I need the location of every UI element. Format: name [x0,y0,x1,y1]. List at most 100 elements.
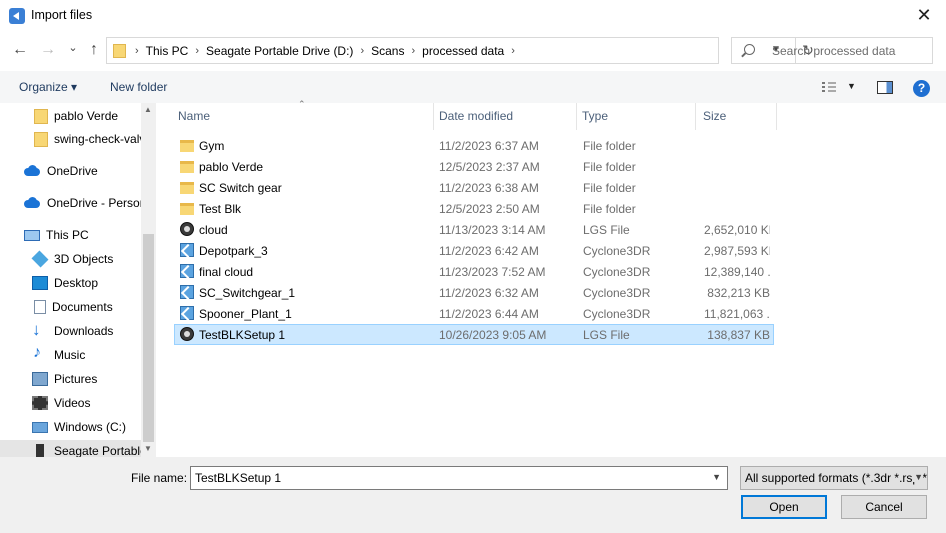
computer-icon [24,229,40,241]
file-name: Test Blk [199,202,242,216]
column-divider[interactable] [695,103,696,130]
new-folder-button[interactable]: New folder [110,80,167,94]
downloads-icon [32,320,48,340]
navigation-bar: ← → ⌄ ↑ › This PC › Seagate Portable Dri… [0,31,946,71]
file-name: pablo Verde [199,160,264,174]
sidebar-item-music[interactable]: Music [0,344,142,366]
file-type: File folder [583,181,636,195]
help-icon[interactable]: ? [913,80,930,97]
folder-icon [180,182,194,194]
file-size: 12,389,140 ... [704,265,770,279]
file-row-final-cloud[interactable]: final cloud 11/23/2023 7:52 AM Cyclone3D… [174,261,774,282]
external-drive-icon [36,444,44,457]
file-name: SC Switch gear [199,181,282,195]
recent-locations-icon[interactable]: ⌄ [64,38,82,58]
search-box[interactable]: Search processed data [731,37,933,64]
file-row-test-blk[interactable]: Test Blk 12/5/2023 2:50 AM File folder [174,198,774,219]
file-name-input[interactable]: TestBLKSetup 1 ▼ [190,466,728,490]
chevron-up-icon[interactable]: ▲ [144,105,152,114]
breadcrumb-separator: › [511,44,515,57]
file-type: File folder [583,202,636,216]
back-arrow-icon[interactable]: ← [11,40,29,60]
sidebar-scrollbar[interactable]: ▲ ▼ [141,103,156,457]
drive-icon [32,421,48,433]
open-button[interactable]: Open [741,495,827,519]
3d-objects-icon [31,250,49,268]
file-date: 11/2/2023 6:42 AM [439,244,539,258]
file-size: 11,821,063 ... [704,307,770,321]
cyclone3dr-file-icon [180,285,194,299]
cloud-icon [23,164,41,178]
sidebar-item-label: Music [54,348,86,362]
file-date: 10/26/2023 9:05 AM [439,328,547,342]
search-input[interactable]: Search processed data [772,44,895,58]
file-name: final cloud [199,265,254,279]
column-divider[interactable] [776,103,777,130]
chevron-down-icon[interactable]: ▼ [912,472,923,482]
file-row-gym[interactable]: Gym 11/2/2023 6:37 AM File folder [174,135,774,156]
column-header-size[interactable]: Size [698,103,776,130]
file-name: TestBLKSetup 1 [199,328,286,342]
breadcrumb-scans[interactable]: Scans [366,44,409,58]
sidebar-item-label: Downloads [54,324,114,338]
cyclone3dr-file-icon [180,243,194,257]
file-row-pablo-verde[interactable]: pablo Verde 12/5/2023 2:37 AM File folde… [174,156,774,177]
close-icon[interactable]: ✕ [910,2,938,28]
forward-arrow-icon[interactable]: → [39,40,57,60]
view-options-icon[interactable] [822,82,838,94]
sidebar-item-desktop[interactable]: Desktop [0,272,142,294]
folder-icon [180,203,194,215]
sidebar-item-windows-c[interactable]: Windows (C:) [0,416,142,438]
breadcrumb-drive[interactable]: Seagate Portable Drive (D:) [201,44,358,58]
chevron-down-icon[interactable]: ▼ [144,444,152,453]
breadcrumb-separator: › [411,44,416,57]
sidebar-item-seagate-drive[interactable]: Seagate Portable Drive (D:) [0,440,142,457]
scrollbar-thumb[interactable] [143,234,154,442]
chevron-down-icon[interactable]: ▼ [847,81,856,91]
sidebar-item-pablo-verde[interactable]: pablo Verde [0,105,142,127]
sidebar-item-label: Windows (C:) [54,420,127,434]
sidebar-item-documents[interactable]: Documents [0,296,142,318]
column-header-type[interactable]: Type [577,103,695,130]
sidebar-item-onedrive-personal[interactable]: OneDrive - Personal [0,192,142,214]
up-arrow-icon[interactable]: ↑ [85,40,103,60]
sidebar-item-onedrive[interactable]: OneDrive [0,160,142,182]
sidebar-item-this-pc[interactable]: This PC [0,224,142,246]
file-row-depotpark-3[interactable]: Depotpark_3 11/2/2023 6:42 AM Cyclone3DR… [174,240,774,261]
sidebar-item-downloads[interactable]: Downloads [0,320,142,342]
file-type: LGS File [583,328,630,342]
sidebar-item-pictures[interactable]: Pictures [0,368,142,390]
chevron-down-icon[interactable]: ▼ [712,472,721,482]
breadcrumb-processed-data[interactable]: processed data [417,44,509,58]
breadcrumb-this-pc[interactable]: This PC [141,44,194,58]
file-row-testblksetup-1[interactable]: TestBLKSetup 1 10/26/2023 9:05 AM LGS Fi… [174,324,774,345]
file-name: Depotpark_3 [199,244,268,258]
folder-icon [113,44,126,58]
sidebar-item-3d-objects[interactable]: 3D Objects [0,248,142,270]
file-row-cloud[interactable]: cloud 11/13/2023 3:14 AM LGS File 2,652,… [174,219,774,240]
sidebar-item-label: Seagate Portable Drive (D:) [54,444,142,457]
navigation-pane: pablo Verde swing-check-valve OneDrive O… [0,103,156,457]
column-header-date-modified[interactable]: Date modified [434,103,576,130]
file-row-spooner-plant-1[interactable]: Spooner_Plant_1 11/2/2023 6:44 AM Cyclon… [174,303,774,324]
preview-pane-icon[interactable] [877,81,893,94]
column-header-name[interactable]: Name [173,103,433,130]
file-date: 11/23/2023 7:52 AM [439,265,546,279]
search-icon [744,44,755,55]
file-size: 832,213 KB [707,286,770,300]
sidebar-item-swing-check-valve[interactable]: swing-check-valve [0,128,142,150]
cancel-button[interactable]: Cancel [841,495,927,519]
folder-icon [180,140,194,152]
file-date: 12/5/2023 2:50 AM [439,202,540,216]
videos-icon [32,396,48,410]
file-date: 11/2/2023 6:38 AM [439,181,539,195]
sidebar-item-videos[interactable]: Videos [0,392,142,414]
file-row-sc-switchgear-1[interactable]: SC_Switchgear_1 11/2/2023 6:32 AM Cyclon… [174,282,774,303]
organize-button[interactable]: Organize ▾ [19,80,77,94]
lgs-file-icon [180,222,194,236]
breadcrumb-separator: › [195,44,200,57]
file-row-sc-switch-gear[interactable]: SC Switch gear 11/2/2023 6:38 AM File fo… [174,177,774,198]
command-toolbar: Organize ▾ New folder ▼ ? [0,71,946,103]
file-type-select[interactable]: All supported formats (*.3dr *.rsp *.lgs… [740,466,928,490]
address-bar[interactable]: › This PC › Seagate Portable Drive (D:) … [106,37,814,64]
